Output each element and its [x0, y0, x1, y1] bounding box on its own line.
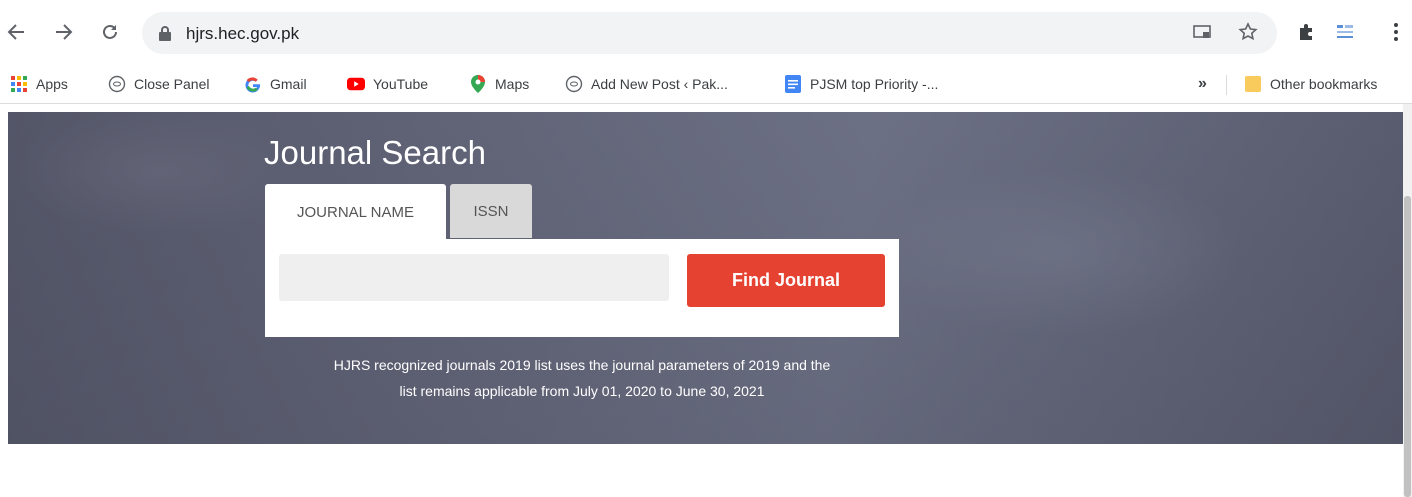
bookmark-label: Add New Post ‹ Pak...	[591, 76, 728, 92]
more-menu-icon[interactable]	[1385, 21, 1407, 43]
bookmarks-separator	[1226, 75, 1227, 95]
youtube-icon	[347, 75, 365, 93]
cast-icon[interactable]	[1191, 21, 1213, 43]
search-panel: Find Journal	[265, 239, 899, 337]
url-text: hjrs.hec.gov.pk	[186, 24, 300, 43]
bookmark-label: Gmail	[270, 76, 307, 92]
bookmark-label: YouTube	[373, 76, 429, 92]
forward-arrow-icon[interactable]	[50, 18, 78, 46]
folder-icon	[1244, 75, 1262, 93]
address-bar[interactable]: hjrs.hec.gov.pk	[142, 12, 1277, 54]
docs-icon	[784, 75, 802, 93]
journal-search-input[interactable]	[279, 254, 669, 301]
reload-icon[interactable]	[96, 18, 124, 46]
bookmark-label: Maps	[495, 76, 530, 92]
globe-icon	[108, 75, 126, 93]
apps-grid-icon	[10, 75, 28, 93]
hjrs-notice: HJRS recognized journals 2019 list uses …	[258, 352, 906, 404]
find-journal-button[interactable]: Find Journal	[687, 254, 885, 307]
bookmarks-bar: Apps Close Panel Gmail YouTube Maps Add …	[0, 66, 1412, 104]
bookmark-add-new-post[interactable]: Add New Post ‹ Pak...	[565, 75, 728, 93]
page-scrollbar-thumb[interactable]	[1404, 196, 1411, 497]
google-g-icon	[244, 75, 262, 93]
bookmark-apps[interactable]: Apps	[10, 75, 68, 93]
browser-toolbar: hjrs.hec.gov.pk	[0, 0, 1412, 66]
extension-reader-icon[interactable]	[1334, 21, 1356, 43]
bookmark-label: Other bookmarks	[1270, 76, 1378, 92]
bookmark-other[interactable]: Other bookmarks	[1244, 75, 1377, 93]
lock-icon	[159, 26, 171, 41]
bookmark-close-panel[interactable]: Close Panel	[108, 75, 210, 93]
bookmark-label: Close Panel	[134, 76, 210, 92]
bookmark-label: Apps	[36, 76, 68, 92]
tab-journal-name[interactable]: JOURNAL NAME	[265, 184, 446, 240]
maps-pin-icon	[469, 75, 487, 93]
extensions-puzzle-icon[interactable]	[1295, 21, 1317, 43]
tab-issn[interactable]: ISSN	[450, 184, 532, 238]
bookmark-pjsm[interactable]: PJSM top Priority -...	[784, 75, 938, 93]
journal-search-hero: Journal Search JOURNAL NAME ISSN Find Jo…	[8, 112, 1403, 444]
bookmark-gmail[interactable]: Gmail	[244, 75, 307, 93]
bookmarks-overflow-chevron[interactable]: »	[1198, 75, 1207, 93]
bookmark-label: PJSM top Priority -...	[810, 76, 939, 92]
back-arrow-icon[interactable]	[2, 18, 30, 46]
page-title: Journal Search	[264, 134, 486, 171]
star-bookmark-icon[interactable]	[1237, 21, 1259, 43]
notice-line: list remains applicable from July 01, 20…	[399, 383, 765, 399]
bookmark-maps[interactable]: Maps	[469, 75, 529, 93]
notice-line: HJRS recognized journals 2019 list uses …	[333, 357, 831, 373]
globe-icon	[565, 75, 583, 93]
bookmark-youtube[interactable]: YouTube	[347, 75, 428, 93]
